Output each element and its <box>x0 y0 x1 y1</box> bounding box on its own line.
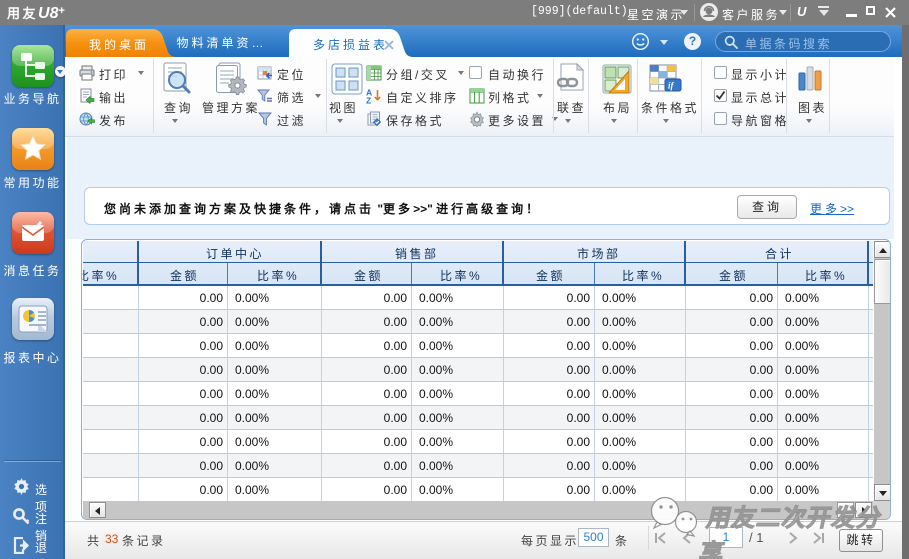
svg-text:Z: Z <box>366 96 371 105</box>
